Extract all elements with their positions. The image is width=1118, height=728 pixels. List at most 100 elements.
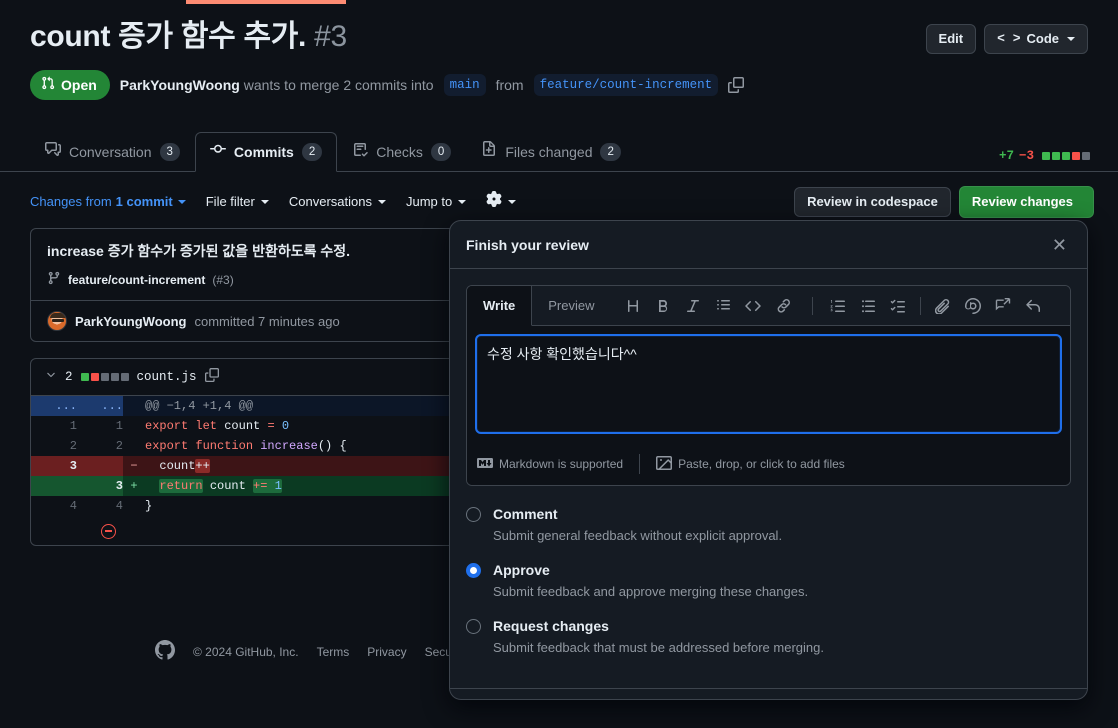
pr-tabbar: Conversation 3 Commits 2 Checks 0 Files …	[0, 132, 1118, 172]
diff-stat-block	[1062, 152, 1070, 160]
github-pull-request-page: count 증가 함수 추가. #3 Edit < > Code Open Pa…	[0, 0, 1118, 728]
diff-marker	[123, 496, 145, 516]
dialog-footer: Submit review	[450, 688, 1087, 699]
tab-commits[interactable]: Commits 2	[194, 132, 338, 172]
review-changes-button[interactable]: Review changes	[958, 186, 1094, 218]
commit-pr-ref[interactable]: (#3)	[212, 273, 233, 287]
diff-marker	[123, 416, 145, 436]
review-option-approve[interactable]: Approve Submit feedback and approve merg…	[466, 560, 1071, 602]
close-icon[interactable]: ✕	[1048, 234, 1071, 256]
saved-reply-icon[interactable]	[988, 292, 1018, 320]
tab-conversation[interactable]: Conversation 3	[30, 132, 195, 172]
file-filter-label: File filter	[205, 194, 255, 209]
commit-branch-name[interactable]: feature/count-increment	[68, 273, 205, 287]
unordered-list-icon[interactable]	[853, 292, 883, 320]
review-comment-input[interactable]	[475, 334, 1062, 434]
review-option-comment[interactable]: Comment Submit general feedback without …	[466, 504, 1071, 546]
tab-checks-count: 0	[430, 142, 452, 161]
tab-preview[interactable]: Preview	[532, 286, 611, 326]
copy-path-icon[interactable]	[204, 368, 219, 386]
mention-icon[interactable]	[958, 292, 988, 320]
review-in-codespace-button[interactable]: Review in codespace	[794, 187, 951, 217]
review-option-comment-description: Submit general feedback without explicit…	[493, 528, 783, 543]
commit-author[interactable]: ParkYoungWoong	[75, 314, 186, 329]
code-button[interactable]: < > Code	[984, 24, 1088, 54]
diff-new-line-number: 2	[115, 439, 123, 453]
radio-request-changes[interactable]	[466, 619, 481, 634]
bold-icon[interactable]	[648, 292, 678, 320]
tab-commits-count: 2	[301, 142, 323, 161]
chevron-down-icon	[508, 200, 517, 204]
edit-button-label: Edit	[938, 31, 964, 46]
avatar	[47, 311, 67, 331]
toolbar-divider	[919, 296, 921, 315]
footer-link-security[interactable]: Secu	[425, 645, 452, 659]
base-branch-chip[interactable]: main	[443, 74, 486, 96]
composer-input-area	[467, 326, 1070, 447]
git-branch-icon	[47, 271, 61, 288]
composer-footer: Markdown is supported Paste, drop, or cl…	[467, 447, 1070, 485]
review-option-approve-label: Approve	[493, 562, 550, 578]
diff-file-name[interactable]: count.js	[137, 370, 197, 384]
composer-toolbar: Write Preview	[467, 286, 1070, 326]
pr-author-name: ParkYoungWoong	[119, 77, 240, 93]
italic-icon[interactable]	[678, 292, 708, 320]
diff-stat-block	[1042, 152, 1050, 160]
diff-deletions: −3	[1018, 149, 1034, 163]
diff-subnav: Changes from 1 commit File filter Conver…	[0, 186, 1118, 218]
gear-icon	[486, 191, 502, 213]
diff-stat-block	[1052, 152, 1060, 160]
hunk-marker	[123, 396, 145, 416]
head-branch-chip[interactable]: feature/count-increment	[533, 74, 719, 96]
chevron-down-icon[interactable]	[45, 369, 57, 385]
dialog-header: Finish your review ✕	[450, 221, 1087, 269]
no-entry-icon[interactable]	[101, 523, 116, 539]
tab-files-changed[interactable]: Files changed 2	[466, 132, 636, 172]
review-option-request-changes-description: Submit feedback that must be addressed b…	[493, 640, 824, 655]
review-option-request-changes[interactable]: Request changes Submit feedback that mus…	[466, 616, 1071, 658]
tab-write[interactable]: Write	[467, 286, 533, 326]
tab-preview-label: Preview	[548, 298, 595, 313]
file-filter-dropdown[interactable]: File filter	[206, 192, 269, 212]
changes-from-value: 1 commit	[115, 194, 173, 209]
jump-to-dropdown[interactable]: Jump to	[405, 192, 467, 212]
footer-link-privacy[interactable]: Privacy	[367, 645, 406, 659]
footer-link-terms[interactable]: Terms	[317, 645, 350, 659]
tab-checks[interactable]: Checks 0	[337, 132, 466, 172]
radio-approve[interactable]	[466, 563, 481, 578]
attach-file-icon[interactable]	[928, 292, 958, 320]
toolbar-divider	[811, 296, 813, 315]
diff-change-count: 2	[65, 370, 73, 384]
reply-icon[interactable]	[1018, 292, 1048, 320]
review-changes-label: Review changes	[971, 194, 1073, 209]
diff-old-line-number: 1	[69, 419, 77, 433]
ordered-list-icon[interactable]	[823, 292, 853, 320]
quote-icon[interactable]	[708, 292, 738, 320]
changes-from-commit-link[interactable]: Changes from 1 commit	[30, 192, 186, 212]
tab-conversation-label: Conversation	[69, 143, 152, 160]
edit-button[interactable]: Edit	[925, 24, 977, 54]
markdown-supported-hint[interactable]: Markdown is supported	[477, 455, 623, 474]
radio-comment[interactable]	[466, 507, 481, 522]
conversations-dropdown[interactable]: Conversations	[289, 192, 386, 212]
status-badge-label: Open	[61, 77, 97, 93]
code-icon[interactable]	[738, 292, 768, 320]
tab-files-changed-count: 2	[600, 142, 621, 161]
jump-to-label: Jump to	[405, 194, 453, 209]
dialog-title: Finish your review	[466, 236, 589, 253]
pr-subtitle-row: Open ParkYoungWoong wants to merge 2 com…	[0, 56, 1118, 100]
diff-settings-dropdown[interactable]	[486, 191, 517, 213]
subnav-actions: Review in codespace Review changes	[794, 186, 1094, 218]
add-files-hint[interactable]: Paste, drop, or click to add files	[656, 455, 845, 474]
task-list-icon[interactable]	[883, 292, 913, 320]
heading-icon[interactable]	[618, 292, 648, 320]
merge-description-text: wants to merge 2 commits into	[243, 77, 434, 93]
finish-review-dialog: Finish your review ✕ Write Preview 수정 사항…	[449, 220, 1088, 700]
conversations-label: Conversations	[288, 194, 372, 209]
copy-branch-icon[interactable]	[728, 77, 745, 93]
link-icon[interactable]	[768, 292, 798, 320]
tab-write-label: Write	[483, 298, 516, 313]
markdown-supported-label: Markdown is supported	[499, 457, 624, 471]
diff-new-line-number: 1	[115, 419, 123, 433]
diff-stat-blocks	[1042, 152, 1090, 160]
